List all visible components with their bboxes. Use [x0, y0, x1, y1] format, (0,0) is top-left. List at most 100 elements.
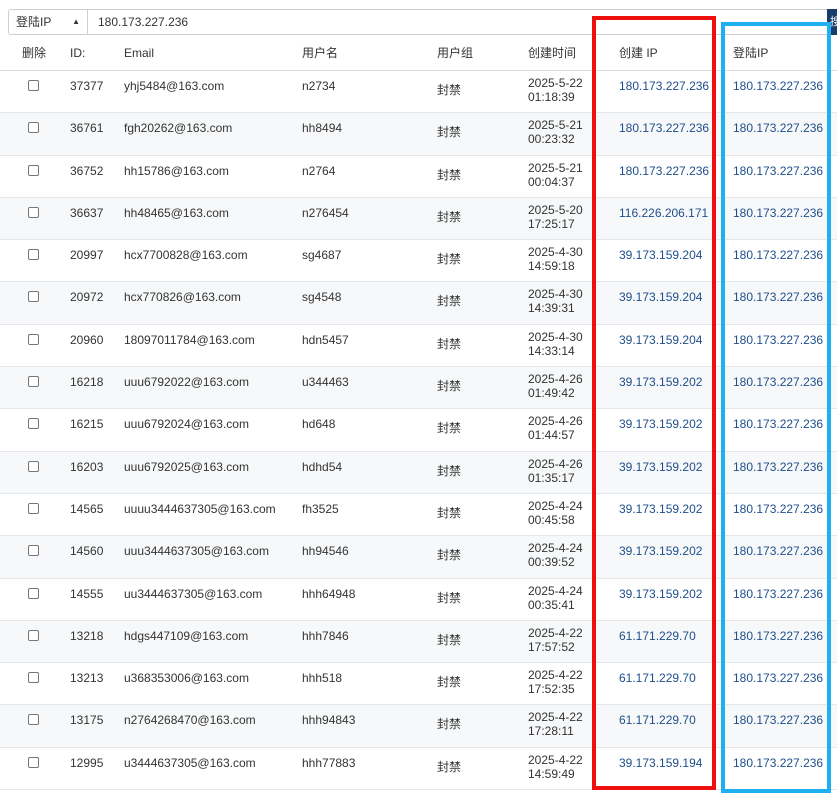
created-time: 01:44:57	[528, 428, 575, 443]
cell-login-ip[interactable]: 180.173.227.236	[733, 375, 823, 389]
cell-group: 封禁	[437, 717, 462, 732]
cell-create-ip[interactable]: 39.173.159.204	[619, 290, 702, 304]
cell-create-ip[interactable]: 61.171.229.70	[619, 671, 696, 685]
delete-checkbox[interactable]	[28, 418, 39, 430]
cell-created: 2025-5-22 01:18:39	[528, 76, 583, 104]
search-button[interactable]: 搜	[827, 9, 837, 35]
created-time: 17:25:17	[528, 216, 575, 231]
cell-create-ip[interactable]: 39.173.159.202	[619, 587, 702, 601]
search-field-select[interactable]: 登陆IP ▲	[8, 9, 88, 35]
cell-id: 16215	[70, 417, 104, 432]
cell-username: hhh64948	[302, 586, 356, 601]
table-row: 16218 uuu6792022@163.com u344463 封禁 2025-4-2…	[0, 367, 837, 410]
col-create-ip[interactable]: 创建 IP	[619, 38, 658, 70]
cell-id: 13218	[70, 628, 104, 643]
delete-checkbox[interactable]	[28, 122, 39, 134]
col-created[interactable]: 创建时间	[528, 38, 576, 70]
delete-checkbox[interactable]	[28, 249, 39, 261]
cell-id: 36761	[70, 121, 104, 136]
cell-create-ip[interactable]: 61.171.229.70	[619, 629, 696, 643]
delete-checkbox[interactable]	[28, 164, 39, 176]
cell-created: 2025-4-26 01:44:57	[528, 414, 583, 442]
table-row: 20972 hcx770826@163.com sg4548 封禁 2025-4-30 1…	[0, 282, 837, 325]
cell-login-ip[interactable]: 180.173.227.236	[733, 121, 823, 135]
cell-create-ip[interactable]: 39.173.159.202	[619, 544, 702, 558]
select-arrows-icon: ▲	[72, 17, 80, 26]
created-date: 2025-4-30	[528, 245, 583, 260]
cell-group: 封禁	[437, 379, 462, 394]
col-group[interactable]: 用户组	[437, 38, 473, 70]
cell-login-ip[interactable]: 180.173.227.236	[733, 206, 823, 220]
delete-checkbox[interactable]	[28, 587, 39, 599]
cell-login-ip[interactable]: 180.173.227.236	[733, 460, 823, 474]
cell-group: 封禁	[437, 209, 462, 224]
cell-create-ip[interactable]: 116.226.206.171	[619, 206, 708, 220]
cell-email: uuu3444637305@163.com	[124, 544, 269, 559]
cell-login-ip[interactable]: 180.173.227.236	[733, 333, 823, 347]
cell-id: 36637	[70, 205, 104, 220]
delete-checkbox[interactable]	[28, 756, 39, 768]
cell-username: hh94546	[302, 544, 349, 559]
cell-login-ip[interactable]: 180.173.227.236	[733, 629, 823, 643]
cell-created: 2025-4-22 17:52:35	[528, 668, 583, 696]
cell-login-ip[interactable]: 180.173.227.236	[733, 671, 823, 685]
cell-login-ip[interactable]: 180.173.227.236	[733, 79, 823, 93]
cell-login-ip[interactable]: 180.173.227.236	[733, 164, 823, 178]
cell-login-ip[interactable]: 180.173.227.236	[733, 290, 823, 304]
created-date: 2025-4-24	[528, 583, 583, 598]
created-date: 2025-5-21	[528, 118, 583, 133]
cell-create-ip[interactable]: 39.173.159.202	[619, 417, 702, 431]
table-row: 36752 hh15786@163.com n2764 封禁 2025-5-21 00:0…	[0, 156, 837, 198]
table-row: 13213 u368353006@163.com hhh518 封禁 2025-4-22…	[0, 663, 837, 706]
cell-id: 20997	[70, 248, 104, 263]
cell-create-ip[interactable]: 180.173.227.236	[619, 121, 709, 135]
cell-id: 16218	[70, 375, 104, 390]
cell-id: 16203	[70, 459, 104, 474]
delete-checkbox[interactable]	[28, 502, 39, 514]
cell-id: 20960	[70, 332, 104, 347]
delete-checkbox[interactable]	[28, 629, 39, 641]
created-time: 00:23:32	[528, 132, 575, 147]
delete-checkbox[interactable]	[28, 460, 39, 472]
delete-checkbox[interactable]	[28, 206, 39, 218]
created-date: 2025-4-22	[528, 668, 583, 683]
cell-create-ip[interactable]: 39.173.159.202	[619, 460, 702, 474]
cell-login-ip[interactable]: 180.173.227.236	[733, 417, 823, 431]
delete-checkbox[interactable]	[28, 80, 39, 91]
cell-login-ip[interactable]: 180.173.227.236	[733, 502, 823, 516]
created-date: 2025-4-30	[528, 329, 583, 344]
delete-checkbox[interactable]	[28, 545, 39, 557]
created-date: 2025-5-21	[528, 160, 583, 175]
cell-id: 13175	[70, 713, 104, 728]
cell-create-ip[interactable]: 180.173.227.236	[619, 79, 709, 93]
created-date: 2025-4-22	[528, 710, 583, 725]
col-id[interactable]: ID:	[70, 38, 85, 70]
cell-create-ip[interactable]: 39.173.159.204	[619, 333, 702, 347]
cell-create-ip[interactable]: 180.173.227.236	[619, 164, 709, 178]
cell-create-ip[interactable]: 39.173.159.204	[619, 248, 702, 262]
cell-login-ip[interactable]: 180.173.227.236	[733, 248, 823, 262]
cell-group: 封禁	[437, 252, 462, 267]
delete-checkbox[interactable]	[28, 714, 39, 726]
delete-checkbox[interactable]	[28, 376, 39, 388]
search-input[interactable]: 180.173.227.236	[88, 9, 828, 35]
cell-login-ip[interactable]: 180.173.227.236	[733, 756, 823, 770]
delete-checkbox[interactable]	[28, 291, 39, 303]
col-email[interactable]: Email	[124, 38, 154, 70]
created-time: 01:18:39	[528, 90, 575, 104]
table-row: 13218 hdgs447109@163.com hhh7846 封禁 2025-4-2…	[0, 620, 837, 664]
delete-checkbox[interactable]	[28, 672, 39, 684]
col-delete: 删除	[22, 46, 47, 60]
cell-create-ip[interactable]: 61.171.229.70	[619, 713, 696, 727]
cell-create-ip[interactable]: 39.173.159.202	[619, 502, 702, 516]
cell-login-ip[interactable]: 180.173.227.236	[733, 713, 823, 727]
delete-checkbox[interactable]	[28, 333, 39, 345]
col-username[interactable]: 用户名	[302, 38, 338, 70]
cell-login-ip[interactable]: 180.173.227.236	[733, 544, 823, 558]
col-login-ip[interactable]: 登陆IP	[733, 38, 768, 70]
cell-login-ip[interactable]: 180.173.227.236	[733, 587, 823, 601]
cell-create-ip[interactable]: 39.173.159.194	[619, 756, 702, 770]
cell-create-ip[interactable]: 39.173.159.202	[619, 375, 702, 389]
cell-username: hdhd54	[302, 459, 343, 474]
cell-created: 2025-4-22 17:57:52	[528, 626, 583, 654]
